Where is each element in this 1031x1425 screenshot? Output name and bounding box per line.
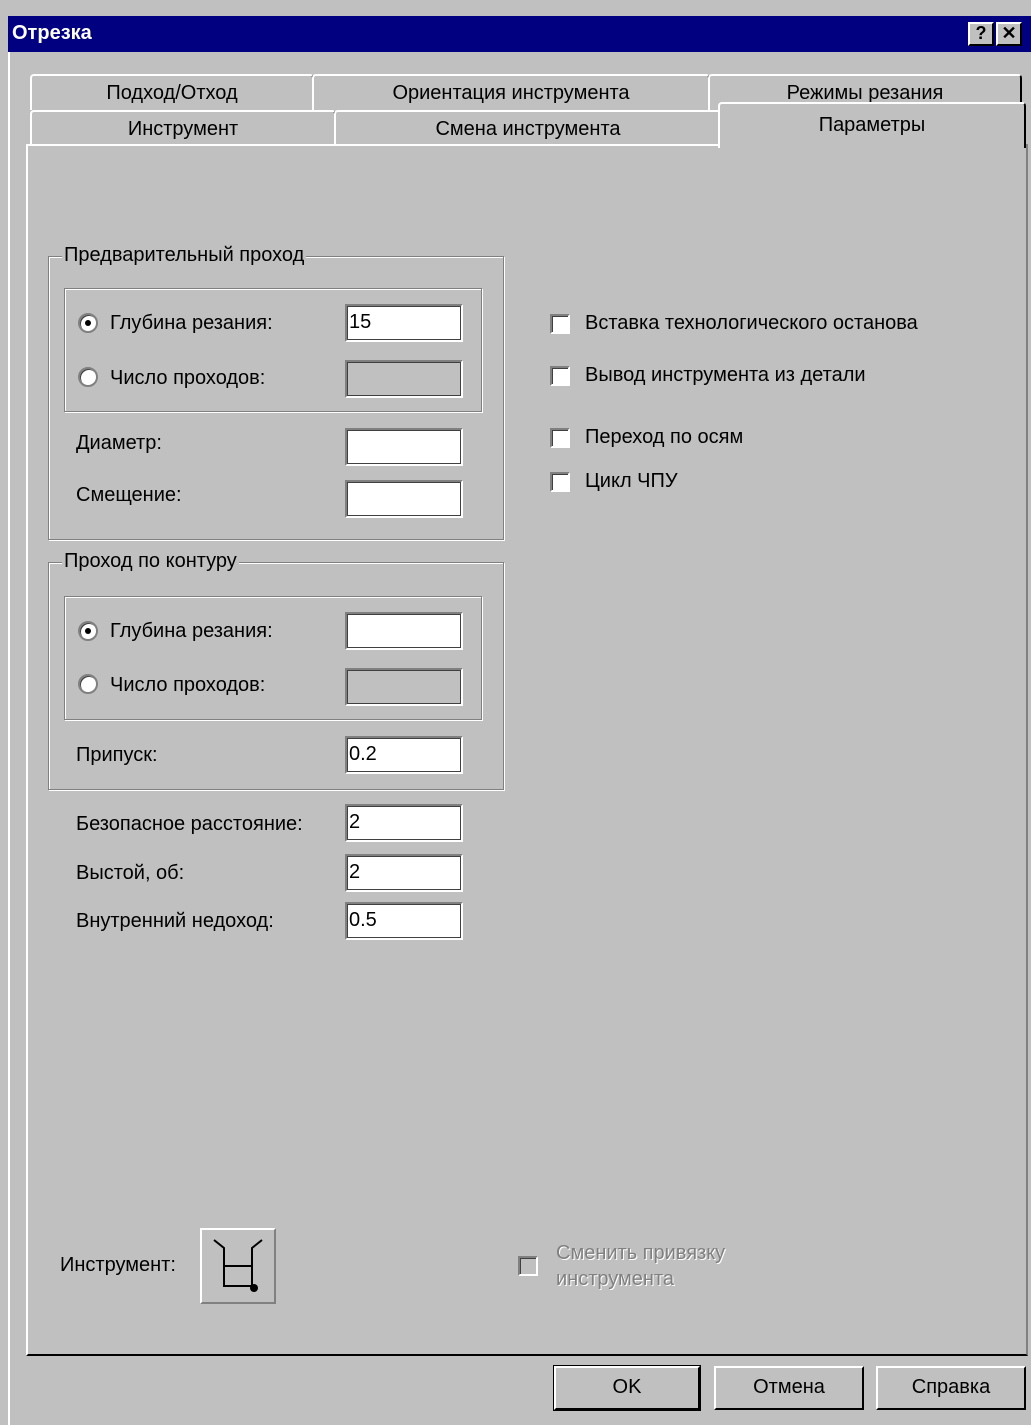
contour-passes-radio[interactable] [78,674,98,694]
change-binding-label-line2: инструмента [556,1268,675,1290]
contour-passes-input[interactable] [345,668,463,706]
close-button[interactable]: ✕ [996,22,1022,46]
safe-distance-input[interactable]: 2 [345,804,463,842]
tab-parameters[interactable]: Параметры [718,102,1026,148]
insert-stop-label: Вставка технологического останова [585,312,918,334]
diameter-input[interactable] [345,428,463,466]
cutoff-tool-icon [213,1239,263,1292]
allowance-label: Припуск: [76,744,158,766]
tab-label: Ориентация инструмента [392,82,630,104]
tab-tool-change[interactable]: Смена инструмента [334,110,722,146]
cnc-cycle-checkbox[interactable] [550,472,570,492]
tool-label: Инструмент: [60,1254,176,1276]
contour-cut-depth-label: Глубина резания: [110,620,273,642]
tool-retract-checkbox[interactable] [550,366,570,386]
preliminary-passes-label: Число проходов: [110,367,266,389]
help-dialog-button[interactable]: Справка [876,1366,1026,1410]
tab-label: Режимы резания [786,82,944,104]
allowance-input[interactable]: 0.2 [345,736,463,774]
change-binding-label: Сменить привязку инструмента [556,1240,725,1292]
contour-pass-title: Проход по контуру [62,550,239,573]
help-button[interactable]: ? [968,22,994,46]
tool-button[interactable] [200,1228,276,1304]
preliminary-passes-radio[interactable] [78,367,98,387]
tab-approach-retract[interactable]: Подход/Отход [30,74,314,110]
window-title: Отрезка [12,22,92,44]
inner-undercut-label: Внутренний недоход: [76,910,274,932]
tab-tool[interactable]: Инструмент [30,110,336,146]
contour-cut-depth-input[interactable] [345,612,463,650]
preliminary-cut-depth-label: Глубина резания: [110,312,273,334]
offset-input[interactable] [345,480,463,518]
axis-move-checkbox[interactable] [550,428,570,448]
ok-button[interactable]: OK [553,1365,701,1411]
radio-dot [85,628,91,634]
dwell-input[interactable]: 2 [345,854,463,892]
preliminary-pass-title: Предварительный проход [62,244,307,267]
tab-tool-orientation[interactable]: Ориентация инструмента [312,74,710,110]
cancel-button[interactable]: Отмена [714,1366,864,1410]
tool-retract-label: Вывод инструмента из детали [585,364,866,386]
preliminary-passes-input[interactable] [345,360,463,398]
diameter-label: Диаметр: [76,432,162,454]
tab-label: Инструмент [127,118,239,140]
preliminary-cut-depth-radio[interactable] [78,313,98,333]
radio-dot [85,320,91,326]
dwell-label: Выстой, об: [76,862,185,884]
preliminary-cut-depth-input[interactable]: 15 [345,304,463,342]
safe-distance-label: Безопасное расстояние: [76,813,303,835]
tab-label: Подход/Отход [106,82,238,104]
offset-label: Смещение: [76,484,182,506]
tab-label: Смена инструмента [435,118,621,140]
cnc-cycle-label: Цикл ЧПУ [585,470,678,492]
contour-passes-label: Число проходов: [110,674,266,696]
insert-stop-checkbox[interactable] [550,314,570,334]
tab-label: Параметры [818,114,926,136]
title-bar: Отрезка ? ✕ [8,16,1031,52]
contour-cut-depth-radio[interactable] [78,621,98,641]
axis-move-label: Переход по осям [585,426,744,448]
change-binding-label-line1: Сменить привязку [556,1242,726,1264]
window-border [8,52,10,1425]
panel-edge [26,144,720,146]
change-binding-checkbox[interactable] [518,1256,538,1276]
inner-undercut-input[interactable]: 0.5 [345,902,463,940]
